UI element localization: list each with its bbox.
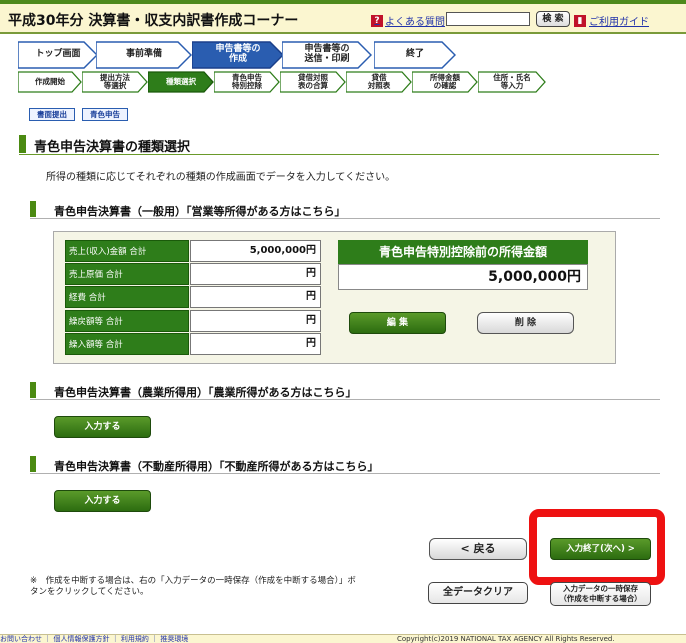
clear-all-button[interactable]: 全データクリア xyxy=(428,582,528,604)
substep-method[interactable]: 提出方法 等選択 xyxy=(82,71,148,93)
step-end-label: 終了 xyxy=(405,49,424,60)
sales-label: 売上(収入)金額 合計 xyxy=(65,240,189,262)
substep-balance-label: 貸借 対照表 xyxy=(367,72,391,90)
reversal-value: 円 xyxy=(190,310,321,332)
suspend-note: ※ 作成を中断する場合は、右の「入力データの一時保存（作成を中断する場合）」ボタ… xyxy=(30,576,356,597)
temp-save-button[interactable]: 入力データの一時保存 （作成を中断する場合） xyxy=(550,582,651,606)
section-real-title: 青色申告決算書（不動産所得用）「不動産所得がある方はこちら」 xyxy=(54,460,379,473)
section-agri-title: 青色申告決算書（農業所得用）「農業所得がある方はこちら」 xyxy=(54,386,357,399)
real-estate-input-button[interactable]: 入力する xyxy=(54,490,151,512)
footer-links[interactable]: お問い合わせ ｜ 個人情報保護方針 ｜ 利用規約 ｜ 推奨環境 xyxy=(0,635,188,643)
section-real-heading: 青色申告決算書（不動産所得用）「不動産所得がある方はこちら」 xyxy=(30,456,660,474)
substep-address[interactable]: 住所・氏名 等入力 xyxy=(478,71,546,93)
expense-label: 経費 合計 xyxy=(65,286,189,308)
paper-submit-tag: 書面提出 xyxy=(29,108,75,121)
step-create-label: 申告書等の 作成 xyxy=(215,44,261,64)
substep-type-label: 種類選択 xyxy=(166,76,196,86)
question-icon: ? xyxy=(371,14,383,27)
cost-label: 売上原価 合計 xyxy=(65,263,189,285)
transfer-label: 繰入額等 合計 xyxy=(65,333,189,355)
section-bar xyxy=(30,201,36,217)
step-top-label: トップ画面 xyxy=(35,49,81,60)
substep-start-label: 作成開始 xyxy=(35,76,65,86)
section-general-title: 青色申告決算書（一般用）「営業等所得がある方はこちら」 xyxy=(54,205,346,218)
step-end[interactable]: 終了 xyxy=(374,41,456,69)
page-title-text: 青色申告決算書の種類選択 xyxy=(34,140,191,155)
guide-label: ご利用ガイド xyxy=(589,17,649,28)
substep-income-label: 所得金額 の確認 xyxy=(430,72,460,90)
page-title: 青色申告決算書の種類選択 xyxy=(19,135,659,155)
page-description: 所得の種類に応じてそれぞれの種類の作成画面でデータを入力してください。 xyxy=(46,172,396,183)
substep-start[interactable]: 作成開始 xyxy=(18,71,82,93)
blue-return-tag: 青色申告 xyxy=(82,108,128,121)
faq-label: よくある質問 xyxy=(385,17,445,28)
substep-address-label: 住所・氏名 等入力 xyxy=(493,72,531,90)
substep-deduction[interactable]: 青色申告 特別控除 xyxy=(214,71,280,93)
step-top[interactable]: トップ画面 xyxy=(18,41,98,69)
page-header-title: 平成30年分 決算書・収支内訳書作成コーナー xyxy=(8,13,299,29)
section-bar xyxy=(30,456,36,472)
section-bar xyxy=(30,382,36,398)
step-send-label: 申告書等の 送信・印刷 xyxy=(304,44,350,64)
heading-bar xyxy=(19,135,26,153)
substep-merge[interactable]: 貸借対照 表の合算 xyxy=(280,71,346,93)
footer: お問い合わせ ｜ 個人情報保護方針 ｜ 利用規約 ｜ 推奨環境 Copyrigh… xyxy=(0,634,686,643)
income-before-deduction-value: 5,000,000円 xyxy=(338,264,588,290)
agri-input-button[interactable]: 入力する xyxy=(54,416,151,438)
delete-button[interactable]: 削 除 xyxy=(477,312,574,334)
section-general-heading: 青色申告決算書（一般用）「営業等所得がある方はこちら」 xyxy=(30,201,660,219)
step-prep[interactable]: 事前準備 xyxy=(96,41,192,69)
edit-button[interactable]: 編 集 xyxy=(349,312,446,334)
header-bar: 平成30年分 決算書・収支内訳書作成コーナー ? よくある質問 検 索 ▮ ご利… xyxy=(0,4,686,34)
reversal-label: 繰戻額等 合計 xyxy=(65,310,189,332)
back-button[interactable]: < 戻る xyxy=(429,538,527,560)
substep-income[interactable]: 所得金額 の確認 xyxy=(412,71,478,93)
book-icon: ▮ xyxy=(574,14,586,27)
copyright: Copyright(c)2019 NATIONAL TAX AGENCY All… xyxy=(397,635,615,643)
guide-link[interactable]: ▮ ご利用ガイド xyxy=(574,13,649,28)
substep-deduction-label: 青色申告 特別控除 xyxy=(232,72,262,90)
substep-type[interactable]: 種類選択 xyxy=(148,71,214,93)
income-before-deduction-title: 青色申告特別控除前の所得金額 xyxy=(338,240,588,264)
section-agri-heading: 青色申告決算書（農業所得用）「農業所得がある方はこちら」 xyxy=(30,382,660,400)
step-prep-label: 事前準備 xyxy=(125,49,162,60)
transfer-value: 円 xyxy=(190,333,321,355)
search-input[interactable] xyxy=(446,12,530,26)
substep-merge-label: 貸借対照 表の合算 xyxy=(298,72,328,90)
sales-value: 5,000,000円 xyxy=(190,240,321,262)
substep-method-label: 提出方法 等選択 xyxy=(100,72,130,90)
highlight-box xyxy=(529,509,665,585)
cost-value: 円 xyxy=(190,263,321,285)
substep-balance[interactable]: 貸借 対照表 xyxy=(346,71,412,93)
step-create[interactable]: 申告書等の 作成 xyxy=(192,41,284,69)
step-send[interactable]: 申告書等の 送信・印刷 xyxy=(282,41,372,69)
expense-value: 円 xyxy=(190,286,321,308)
search-button[interactable]: 検 索 xyxy=(536,11,570,27)
faq-link[interactable]: ? よくある質問 xyxy=(371,13,445,28)
